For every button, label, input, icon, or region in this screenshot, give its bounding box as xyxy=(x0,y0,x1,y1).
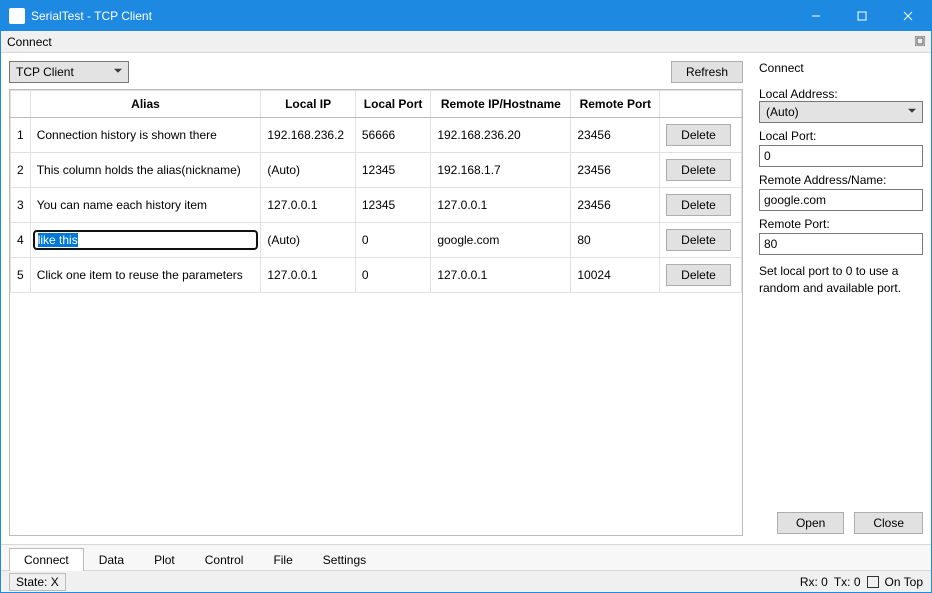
row-number: 1 xyxy=(11,118,31,153)
alias-cell[interactable]: You can name each history item xyxy=(30,188,261,223)
row-number: 5 xyxy=(11,258,31,293)
local-ip-cell[interactable]: (Auto) xyxy=(261,223,355,258)
open-button[interactable]: Open xyxy=(777,512,844,534)
remote-port-input[interactable] xyxy=(759,233,923,255)
delete-button[interactable]: Delete xyxy=(666,159,731,181)
local-port-label: Local Port: xyxy=(759,129,923,143)
col-alias[interactable]: Alias xyxy=(30,91,261,118)
local-port-input[interactable] xyxy=(759,145,923,167)
remote-port-cell[interactable]: 23456 xyxy=(571,188,660,223)
table-row[interactable]: 5Click one item to reuse the parameters1… xyxy=(11,258,742,293)
remote-host-cell[interactable]: google.com xyxy=(431,223,571,258)
minimize-button[interactable] xyxy=(793,1,839,31)
local-address-label: Local Address: xyxy=(759,87,923,101)
tab-data[interactable]: Data xyxy=(84,548,139,571)
local-port-cell[interactable]: 0 xyxy=(355,258,430,293)
tab-control[interactable]: Control xyxy=(190,548,259,571)
history-pane: TCP Client Refresh Alias Local IP Local … xyxy=(1,53,751,544)
port-hint: Set local port to 0 to use a random and … xyxy=(759,263,923,297)
local-ip-cell[interactable]: 127.0.0.1 xyxy=(261,188,355,223)
connect-group-label: Connect xyxy=(759,61,923,75)
app-icon xyxy=(9,8,25,24)
local-port-cell[interactable]: 0 xyxy=(355,223,430,258)
delete-cell: Delete xyxy=(660,118,742,153)
col-local-ip[interactable]: Local IP xyxy=(261,91,355,118)
alias-cell[interactable]: Connection history is shown there xyxy=(30,118,261,153)
table-row[interactable]: 1Connection history is shown there192.16… xyxy=(11,118,742,153)
local-address-select[interactable]: (Auto) xyxy=(759,101,923,123)
table-row[interactable]: 3You can name each history item127.0.0.1… xyxy=(11,188,742,223)
close-button[interactable]: Close xyxy=(854,512,923,534)
statusbar: State: X Rx: 0 Tx: 0 On Top xyxy=(1,570,931,592)
delete-cell: Delete xyxy=(660,188,742,223)
table-row[interactable]: 4 (Auto)0google.com80 Delete xyxy=(11,223,742,258)
status-state: State: X xyxy=(9,573,66,591)
remote-port-cell[interactable]: 10024 xyxy=(571,258,660,293)
refresh-button[interactable]: Refresh xyxy=(671,61,743,83)
remote-host-cell[interactable]: 192.168.236.20 xyxy=(431,118,571,153)
tab-settings[interactable]: Settings xyxy=(308,548,381,571)
menubar: Connect xyxy=(1,31,931,53)
table-row[interactable]: 2This column holds the alias(nickname)(A… xyxy=(11,153,742,188)
maximize-button[interactable] xyxy=(839,1,885,31)
local-port-cell[interactable]: 12345 xyxy=(355,188,430,223)
local-ip-cell[interactable]: 192.168.236.2 xyxy=(261,118,355,153)
alias-cell-editing[interactable] xyxy=(30,223,261,258)
local-port-cell[interactable]: 12345 xyxy=(355,153,430,188)
delete-cell: Delete xyxy=(660,153,742,188)
remote-port-cell[interactable]: 80 xyxy=(571,223,660,258)
col-local-port[interactable]: Local Port xyxy=(355,91,430,118)
tab-file[interactable]: File xyxy=(258,548,307,571)
history-table: Alias Local IP Local Port Remote IP/Host… xyxy=(9,89,743,536)
row-number: 2 xyxy=(11,153,31,188)
delete-button[interactable]: Delete xyxy=(666,124,731,146)
row-number-header xyxy=(11,91,31,118)
bottom-tabs: ConnectDataPlotControlFileSettings xyxy=(1,544,931,570)
remote-address-label: Remote Address/Name: xyxy=(759,173,923,187)
ontop-label: On Top xyxy=(885,575,923,589)
status-tx: Tx: 0 xyxy=(834,575,861,589)
local-ip-cell[interactable]: (Auto) xyxy=(261,153,355,188)
col-remote-port[interactable]: Remote Port xyxy=(571,91,660,118)
delete-button[interactable]: Delete xyxy=(666,229,731,251)
ontop-checkbox[interactable] xyxy=(867,576,879,588)
row-number: 4 xyxy=(11,223,31,258)
remote-host-cell[interactable]: 127.0.0.1 xyxy=(431,258,571,293)
alias-edit-input[interactable] xyxy=(33,230,259,250)
close-window-button[interactable] xyxy=(885,1,931,31)
remote-host-cell[interactable]: 127.0.0.1 xyxy=(431,188,571,223)
row-number: 3 xyxy=(11,188,31,223)
local-ip-cell[interactable]: 127.0.0.1 xyxy=(261,258,355,293)
tab-plot[interactable]: Plot xyxy=(139,548,190,571)
mode-selector[interactable]: TCP Client xyxy=(9,61,129,83)
window-title: SerialTest - TCP Client xyxy=(31,9,793,23)
delete-button[interactable]: Delete xyxy=(666,194,731,216)
tab-connect[interactable]: Connect xyxy=(9,548,84,571)
remote-port-label: Remote Port: xyxy=(759,217,923,231)
titlebar: SerialTest - TCP Client xyxy=(1,1,931,31)
dock-icon[interactable] xyxy=(915,35,925,49)
local-port-cell[interactable]: 56666 xyxy=(355,118,430,153)
delete-button[interactable]: Delete xyxy=(666,264,731,286)
remote-port-cell[interactable]: 23456 xyxy=(571,118,660,153)
alias-cell[interactable]: Click one item to reuse the parameters xyxy=(30,258,261,293)
remote-address-input[interactable] xyxy=(759,189,923,211)
connect-panel: Connect Local Address: (Auto) Local Port… xyxy=(751,53,931,544)
alias-cell[interactable]: This column holds the alias(nickname) xyxy=(30,153,261,188)
status-rx: Rx: 0 xyxy=(800,575,828,589)
col-remote-host[interactable]: Remote IP/Hostname xyxy=(431,91,571,118)
delete-cell: Delete xyxy=(660,223,742,258)
remote-host-cell[interactable]: 192.168.1.7 xyxy=(431,153,571,188)
col-actions xyxy=(660,91,742,118)
delete-cell: Delete xyxy=(660,258,742,293)
remote-port-cell[interactable]: 23456 xyxy=(571,153,660,188)
menubar-label: Connect xyxy=(7,35,52,49)
